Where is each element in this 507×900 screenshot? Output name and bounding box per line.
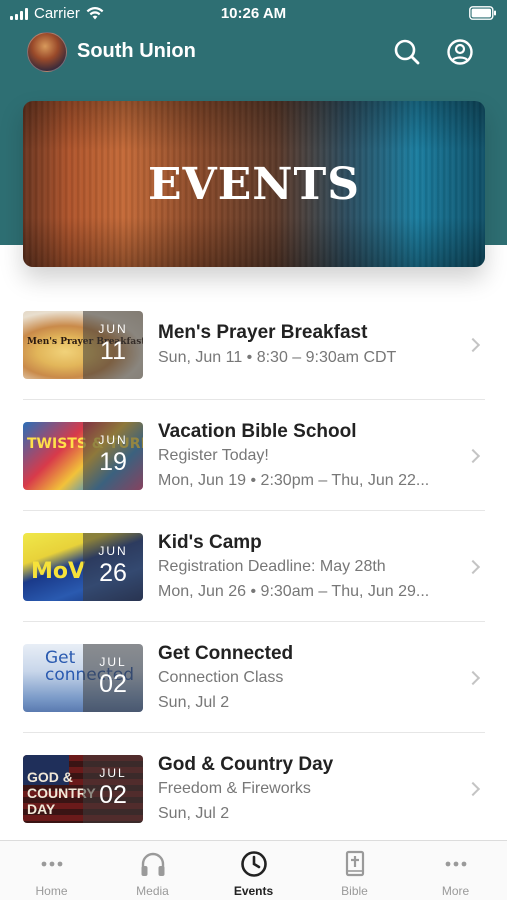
more-dots-icon <box>37 850 67 878</box>
tab-home[interactable]: Home <box>1 841 102 900</box>
tab-label: More <box>441 884 470 898</box>
event-title: Get Connected <box>158 643 294 664</box>
more-dots-icon <box>441 850 471 878</box>
event-detail-line: Registration Deadline: May 28th <box>158 558 386 575</box>
event-day: 11 <box>100 337 126 365</box>
event-title: Vacation Bible School <box>158 421 357 442</box>
church-logo[interactable] <box>27 32 67 72</box>
event-row[interactable]: GOD & COUNTRY DAY JUL 02 God & Country D… <box>0 733 507 844</box>
status-time: 10:26 AM <box>220 5 287 22</box>
event-day: 02 <box>99 781 127 809</box>
event-title: God & Country Day <box>158 754 334 775</box>
status-bar: Carrier 10:26 AM <box>0 0 507 28</box>
tab-label: Events <box>233 884 274 898</box>
event-detail-line: Sun, Jul 2 <box>158 805 230 822</box>
event-thumbnail: Get connected JUL 02 <box>23 644 143 712</box>
tab-bible[interactable]: Bible <box>304 841 405 900</box>
event-day: 02 <box>99 670 127 698</box>
event-month: JUN <box>98 433 128 447</box>
search-icon[interactable] <box>392 37 422 67</box>
event-thumbnail: MoV JUN 26 <box>23 533 143 601</box>
app-title: South Union <box>77 40 196 62</box>
app-header: South Union <box>0 30 507 76</box>
chevron-right-icon <box>465 337 481 353</box>
event-title: Men's Prayer Breakfast <box>158 322 368 343</box>
event-detail-line: Mon, Jun 26 • 9:30am – Thu, Jun 29... <box>158 583 430 600</box>
event-detail-line: Mon, Jun 19 • 2:30pm – Thu, Jun 22... <box>158 472 430 489</box>
event-month: JUL <box>99 766 127 780</box>
event-row[interactable]: MoV JUN 26 Kid's Camp Registration Deadl… <box>0 511 507 622</box>
event-date-badge: JUN 19 <box>83 422 143 490</box>
event-date-badge: JUL 02 <box>83 644 143 712</box>
banner-title: EVENTS <box>148 159 360 210</box>
event-detail-line: Register Today! <box>158 447 269 464</box>
thumbnail-caption: MoV <box>31 559 86 584</box>
events-banner: EVENTS <box>23 101 485 267</box>
headphones-icon <box>138 850 168 878</box>
chevron-right-icon <box>465 448 481 464</box>
chevron-right-icon <box>465 781 481 797</box>
event-date-badge: JUN 11 <box>83 311 143 379</box>
event-month: JUL <box>99 655 127 669</box>
chevron-right-icon <box>465 670 481 686</box>
tab-bar: Home Media Events Bible More <box>0 840 507 900</box>
battery-icon <box>469 6 497 24</box>
tab-label: Media <box>136 884 169 898</box>
chevron-right-icon <box>465 559 481 575</box>
event-row[interactable]: TWISTS & TURNS JUN 19 Vacation Bible Sch… <box>0 400 507 511</box>
event-detail-line: Sun, Jul 2 <box>158 694 230 711</box>
event-detail-line: Freedom & Fireworks <box>158 780 311 797</box>
clock-icon <box>239 850 269 878</box>
tab-label: Bible <box>341 884 368 898</box>
account-icon[interactable] <box>445 37 475 67</box>
event-row[interactable]: Men's Prayer Breakfast JUN 11 Men's Pray… <box>0 289 507 400</box>
event-month: JUN <box>98 544 128 558</box>
event-detail-line: Connection Class <box>158 669 284 686</box>
event-thumbnail: GOD & COUNTRY DAY JUL 02 <box>23 755 143 823</box>
event-day: 26 <box>99 559 127 587</box>
event-thumbnail: Men's Prayer Breakfast JUN 11 <box>23 311 143 379</box>
bible-icon <box>340 850 370 878</box>
event-day: 19 <box>99 448 127 476</box>
event-title: Kid's Camp <box>158 532 262 553</box>
tab-events[interactable]: Events <box>203 841 304 900</box>
event-thumbnail: TWISTS & TURNS JUN 19 <box>23 422 143 490</box>
tab-more[interactable]: More <box>405 841 506 900</box>
event-detail-line: Sun, Jun 11 • 8:30 – 9:30am CDT <box>158 349 397 366</box>
tab-label: Home <box>35 884 68 898</box>
event-date-badge: JUN 26 <box>83 533 143 601</box>
event-date-badge: JUL 02 <box>83 755 143 823</box>
event-row[interactable]: Get connected JUL 02 Get Connected Conne… <box>0 622 507 733</box>
event-month: JUN <box>98 322 128 336</box>
tab-media[interactable]: Media <box>102 841 203 900</box>
